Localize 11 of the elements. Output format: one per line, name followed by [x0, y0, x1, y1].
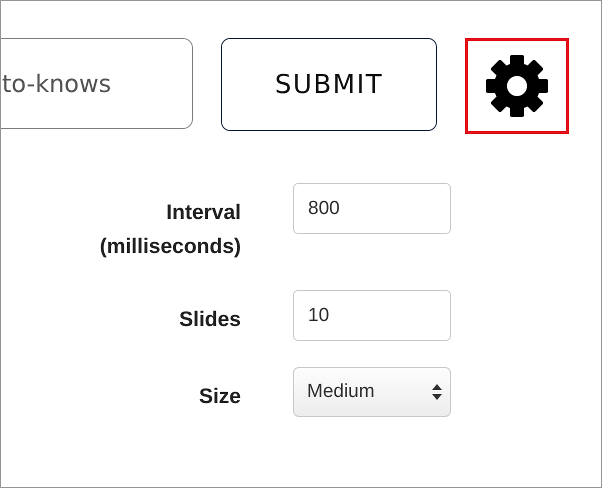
up-down-arrows-icon [432, 383, 442, 401]
field-label: Interval (milliseconds) [98, 200, 241, 260]
settings-icon [485, 54, 549, 118]
submit-button[interactable]: SUBMIT [221, 38, 437, 131]
number-field[interactable]: 10 [293, 290, 451, 341]
search-field[interactable]: to-knows [1, 38, 193, 129]
size-dropdown[interactable]: Medium [293, 367, 451, 417]
field-label: Slides [178, 307, 241, 333]
field-label: Size [198, 384, 241, 410]
number-field[interactable]: 800 [293, 183, 451, 234]
settings-button[interactable] [465, 38, 569, 134]
